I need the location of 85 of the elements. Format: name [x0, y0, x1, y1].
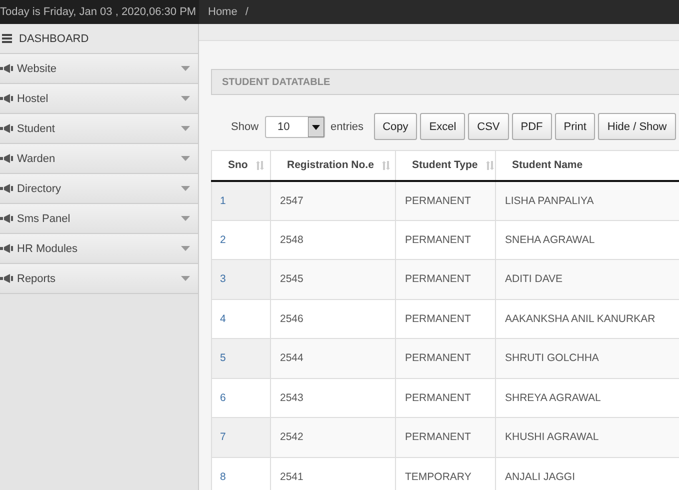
- entries-select[interactable]: 10: [264, 116, 325, 138]
- table-cell: PERMANENT: [396, 299, 496, 338]
- sidebar-item-label: HR Modules: [17, 242, 79, 254]
- sidebar-item[interactable]: HR Modules: [0, 234, 198, 264]
- sidebar-header-label: DASHBOARD: [19, 32, 89, 44]
- sidebar-item[interactable]: Website: [0, 54, 198, 84]
- megaphone-icon: [0, 274, 13, 283]
- table-cell: 2546: [270, 299, 396, 338]
- sidebar-item[interactable]: Hostel: [0, 84, 198, 114]
- export-button[interactable]: Copy: [374, 113, 418, 140]
- table-cell: 2: [212, 220, 270, 260]
- sidebar-item-label: Hostel: [17, 92, 50, 104]
- table-cell: PERMANENT: [396, 378, 496, 418]
- megaphone-icon: [0, 94, 13, 103]
- table-cell: LISHA PANPALIYA: [496, 180, 679, 220]
- export-button[interactable]: CSV: [468, 113, 509, 140]
- caret-icon: [181, 66, 190, 71]
- table-cell: 3: [212, 260, 270, 299]
- export-button[interactable]: Excel: [420, 113, 466, 140]
- caret-icon: [181, 156, 190, 161]
- export-button[interactable]: PDF: [512, 113, 552, 140]
- table-cell: ANJALI JAGGI: [496, 457, 679, 490]
- sidebar-item-label: Reports: [17, 272, 57, 284]
- sidebar-item[interactable]: Warden: [0, 144, 198, 174]
- table-cell: SHRUTI GOLCHHA: [496, 338, 679, 378]
- sidebar-item[interactable]: Student: [0, 114, 198, 144]
- show-label: Show: [231, 120, 259, 132]
- breadcrumb-item: /: [245, 6, 248, 18]
- table-cell: PERMANENT: [396, 220, 496, 260]
- menu-icon: [2, 34, 12, 43]
- table-cell: PERMANENT: [396, 418, 496, 457]
- sidebar-header[interactable]: DASHBOARD: [0, 24, 198, 54]
- table-cell: PERMANENT: [396, 260, 496, 299]
- table-cell: AAKANKSHA ANIL KANURKAR: [496, 299, 679, 338]
- table-cell: PERMANENT: [396, 338, 496, 378]
- caret-icon: [181, 216, 190, 221]
- megaphone-icon: [0, 244, 13, 253]
- megaphone-icon: [0, 124, 13, 133]
- sidebar-item-label: Sms Panel: [17, 212, 72, 224]
- sidebar-item-label: Student: [17, 122, 56, 134]
- table-cell: SNEHA AGRAWAL: [496, 220, 679, 260]
- sidebar-item[interactable]: Reports: [0, 264, 198, 294]
- caret-icon: [181, 276, 190, 281]
- sidebar-item[interactable]: Sms Panel: [0, 204, 198, 234]
- export-button[interactable]: Hide / Show: [598, 113, 676, 140]
- table-cell: 2544: [270, 338, 396, 378]
- table-cell: 2541: [270, 457, 396, 490]
- sidebar-item-label: Website: [17, 62, 58, 74]
- dropdown-arrow-icon: [308, 116, 324, 136]
- table-cell: 4: [212, 299, 270, 338]
- caret-icon: [181, 96, 190, 101]
- table-cell: 2545: [270, 260, 396, 299]
- sidebar-item-label: Warden: [17, 152, 56, 164]
- megaphone-icon: [0, 214, 13, 223]
- caret-icon: [181, 246, 190, 251]
- table-cell: KHUSHI AGRAWAL: [496, 418, 679, 457]
- sort-icon: [486, 160, 495, 170]
- table-cell: 2542: [270, 418, 396, 457]
- table-cell: 2547: [270, 180, 396, 220]
- table-cell: 1: [212, 180, 270, 220]
- sidebar-item-label: Directory: [17, 182, 62, 194]
- sort-icon: [382, 160, 391, 170]
- export-button[interactable]: Print: [554, 113, 596, 140]
- table-cell: 2543: [270, 378, 396, 418]
- megaphone-icon: [0, 184, 13, 193]
- caret-icon: [181, 126, 190, 131]
- table-cell: SHREYA AGRAWAL: [496, 378, 679, 418]
- table-cell: 5: [212, 338, 270, 378]
- table-cell: 7: [212, 418, 270, 457]
- table-cell: 8: [212, 457, 270, 490]
- megaphone-icon: [0, 64, 13, 73]
- panel-title: STUDENT DATATABLE: [222, 76, 330, 88]
- sort-icon: [256, 160, 265, 170]
- entries-label: entries: [330, 120, 364, 132]
- megaphone-icon: [0, 154, 13, 163]
- table-cell: ADITI DAVE: [496, 260, 679, 299]
- caret-icon: [181, 186, 190, 191]
- date-text: Today is Friday, Jan 03 , 2020,06:30 PM: [0, 6, 196, 18]
- sidebar-item[interactable]: Directory: [0, 174, 198, 204]
- column-header[interactable]: Sno: [212, 150, 270, 180]
- table-cell: 6: [212, 378, 270, 418]
- table-cell: PERMANENT: [396, 180, 496, 220]
- table-cell: 2548: [270, 220, 396, 260]
- table-cell: TEMPORARY: [396, 457, 496, 490]
- breadcrumb-item[interactable]: Home: [208, 6, 238, 18]
